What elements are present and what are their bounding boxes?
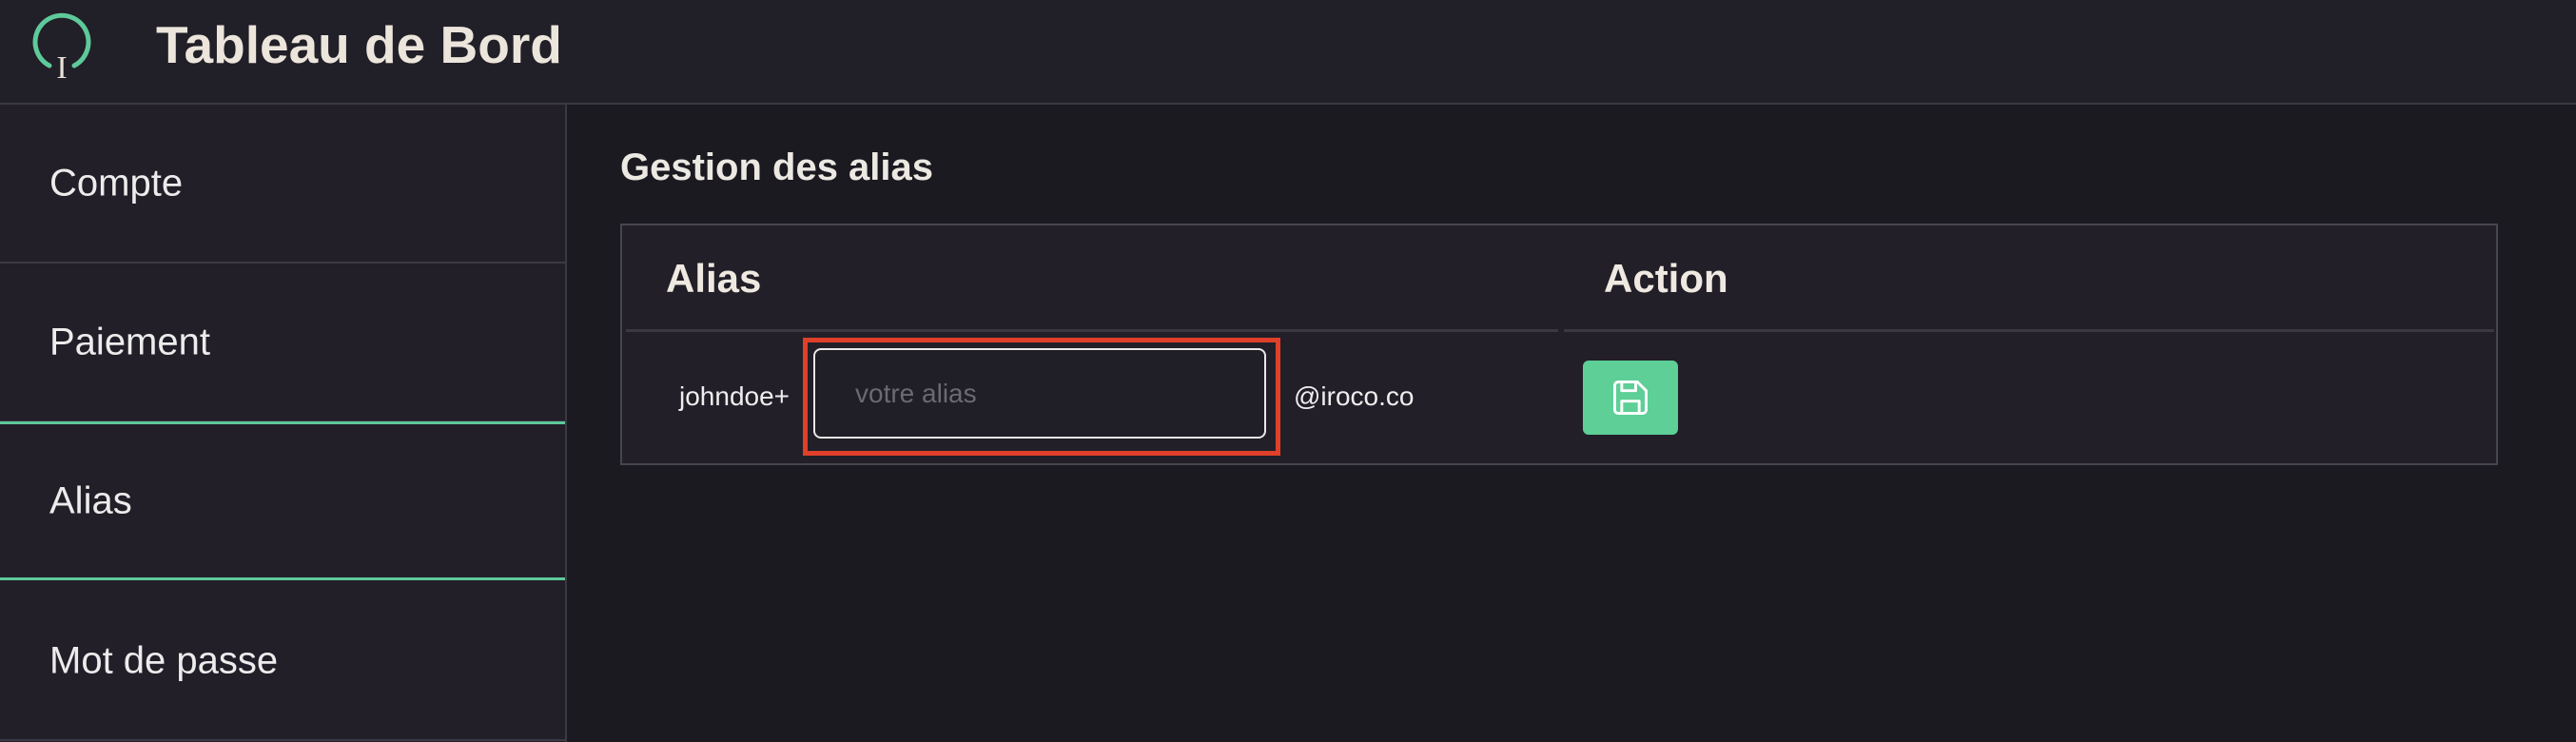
alias-prefix: johndoe+ — [679, 381, 790, 411]
logo-letter: I — [56, 50, 67, 84]
sidebar: Compte Paiement Alias Mot de passe — [0, 105, 567, 742]
sidebar-item-mot-de-passe[interactable]: Mot de passe — [0, 582, 565, 741]
floppy-disk-save-icon — [1613, 381, 1648, 415]
sidebar-item-compte[interactable]: Compte — [0, 105, 565, 264]
sidebar-item-label: Paiement — [49, 321, 210, 362]
main-content: Gestion des alias Alias Action johndoe+ … — [567, 105, 2576, 742]
iroco-logo-icon[interactable]: I — [29, 8, 95, 84]
column-header-alias: Alias — [626, 225, 1558, 332]
sidebar-item-paiement[interactable]: Paiement — [0, 264, 565, 422]
alias-input[interactable] — [813, 348, 1266, 439]
top-header: I Tableau de Bord — [0, 0, 2576, 105]
sidebar-item-label: Alias — [49, 479, 132, 521]
alias-table: Alias Action johndoe+ @iroco.co — [620, 224, 2498, 465]
page-title: Gestion des alias — [620, 146, 934, 188]
sidebar-item-alias[interactable]: Alias — [0, 421, 565, 580]
save-alias-button[interactable] — [1583, 361, 1678, 435]
alias-domain: @iroco.co — [1294, 381, 1415, 411]
sidebar-item-label: Mot de passe — [49, 639, 279, 681]
column-header-action: Action — [1564, 225, 2494, 332]
app-title: Tableau de Bord — [156, 15, 562, 74]
sidebar-item-label: Compte — [49, 162, 184, 204]
